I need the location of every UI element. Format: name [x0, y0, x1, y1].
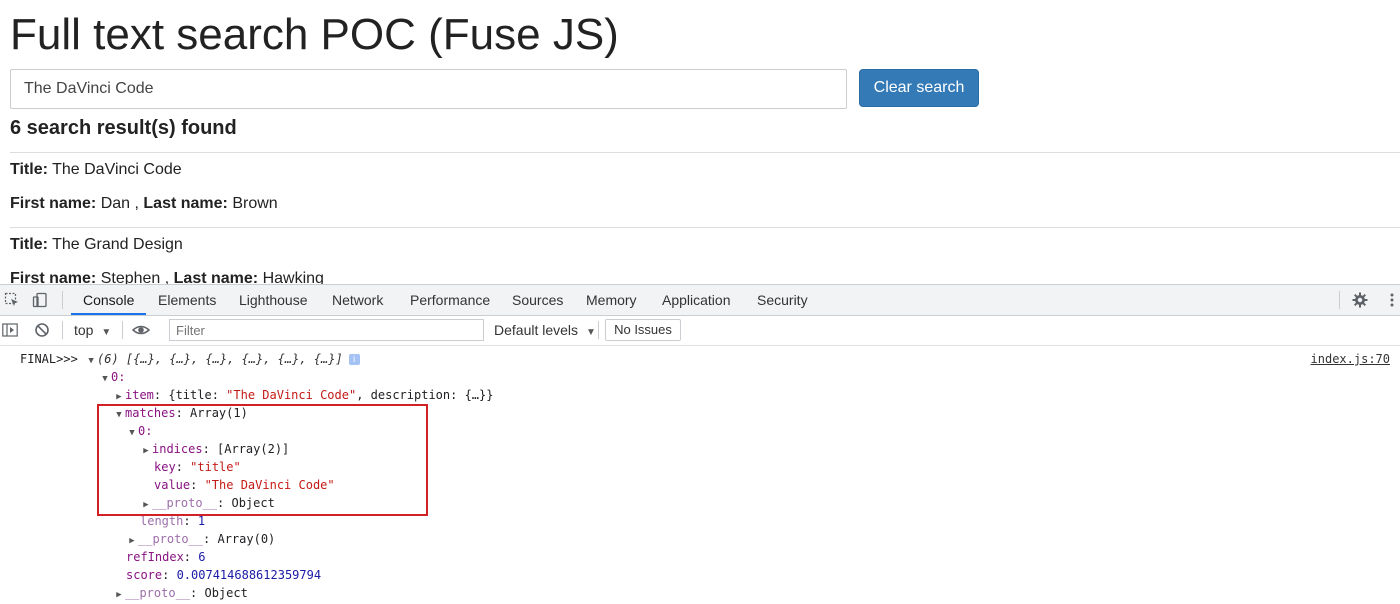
title-label: Title:: [10, 236, 48, 253]
sidebar-toggle-icon[interactable]: [2, 322, 18, 338]
expanded-arrow-icon[interactable]: ▼: [85, 352, 97, 370]
toolbar-divider: [598, 321, 599, 339]
live-expression-eye-icon[interactable]: [131, 322, 151, 338]
tree-node[interactable]: ▶ __proto__: Array(0): [126, 530, 275, 550]
console-log-line: FINAL>>> ▼ (6) [{…}, {…}, {…}, {…}, {…}, …: [20, 350, 360, 370]
settings-gear-icon[interactable]: [1352, 292, 1368, 308]
tree-node[interactable]: ▼ 0:: [99, 368, 125, 388]
tree-value: Object: [204, 586, 248, 600]
result-title-line: Title: The DaVinci Code: [10, 161, 182, 179]
tree-node[interactable]: ▶ item: {title: "The DaVinci Code", descr…: [113, 386, 493, 406]
array-summary[interactable]: (6) [{…}, {…}, {…}, {…}, {…}, {…}]: [97, 352, 343, 366]
annotation-highlight-box: [97, 404, 428, 516]
results-count: 6 search result(s) found: [10, 117, 237, 139]
tree-key: refIndex: [126, 550, 184, 564]
search-input[interactable]: [10, 69, 847, 109]
toolbar-divider: [62, 321, 63, 339]
info-icon: i: [348, 354, 360, 365]
tree-node: score: 0.007414688612359794: [126, 568, 322, 582]
tree-key: __proto__: [138, 532, 204, 546]
tree-key: __proto__: [125, 586, 191, 600]
result-author-line: First name: Dan , Last name: Brown: [10, 195, 278, 212]
result-first-name: Dan: [100, 195, 131, 212]
result-title-line: Title: The Grand Design: [10, 236, 183, 254]
first-name-label: First name:: [10, 195, 97, 212]
tree-node[interactable]: ▶ __proto__: Object: [113, 584, 248, 604]
tab-elements[interactable]: Elements: [158, 285, 216, 315]
log-prefix: FINAL>>>: [20, 352, 78, 366]
result-author-line: First name: Stephen , Last name: Hawking: [10, 270, 324, 284]
tree-key: score: [126, 568, 163, 582]
tab-memory[interactable]: Memory: [586, 285, 637, 315]
tab-sources[interactable]: Sources: [512, 285, 563, 315]
console-filter-input[interactable]: [169, 319, 484, 341]
tree-key: length: [140, 514, 184, 528]
clear-console-icon[interactable]: [34, 322, 50, 338]
context-selector[interactable]: top ▼: [74, 316, 111, 345]
toolbar-divider: [122, 321, 123, 339]
dropdown-arrow-icon: ▼: [585, 327, 596, 338]
source-link[interactable]: index.js:70: [1311, 350, 1390, 368]
tree-value-number: 1: [197, 514, 206, 528]
tree-value-number: 6: [198, 550, 206, 564]
toolbar-divider: [62, 291, 63, 309]
result-last-name: Brown: [232, 195, 278, 212]
tree-value-string: "The DaVinci Code": [226, 388, 357, 402]
inspect-icon[interactable]: [4, 292, 20, 308]
last-name-label: Last name:: [173, 270, 259, 284]
result-title: The DaVinci Code: [52, 161, 182, 178]
last-name-label: Last name:: [143, 195, 228, 212]
tree-key: item: [125, 388, 154, 402]
tab-console[interactable]: Console: [71, 285, 147, 315]
result-first-name: Stephen: [100, 270, 161, 284]
dropdown-arrow-icon: ▼: [101, 327, 112, 338]
tab-network[interactable]: Network: [332, 285, 383, 315]
devtools-tab-bar: Console Elements Lighthouse Network Perf…: [0, 285, 1400, 316]
result-last-name: Hawking: [262, 270, 324, 284]
tab-security[interactable]: Security: [757, 285, 808, 315]
tree-value: {title:: [168, 388, 227, 402]
tree-value-number: 0.007414688612359794: [176, 568, 322, 582]
page-title: Full text search POC (Fuse JS): [10, 10, 619, 59]
result-divider: [10, 227, 1400, 228]
app-page: Full text search POC (Fuse JS) Clear sea…: [0, 0, 1400, 284]
result-divider: [10, 152, 1400, 153]
tab-lighthouse[interactable]: Lighthouse: [239, 285, 308, 315]
clear-search-button[interactable]: Clear search: [859, 69, 979, 107]
first-name-label: First name:: [10, 270, 97, 284]
more-vert-icon[interactable]: [1384, 292, 1400, 308]
tree-value: Array(0): [217, 532, 276, 546]
context-value: top: [74, 322, 94, 338]
tab-application[interactable]: Application: [662, 285, 731, 315]
tree-value: , description: {…}}: [356, 388, 494, 402]
collapsed-arrow-icon: ▶: [116, 590, 122, 600]
tree-key: 0:: [111, 370, 126, 384]
tab-performance[interactable]: Performance: [410, 285, 490, 315]
log-levels-dropdown[interactable]: Default levels ▼: [494, 316, 596, 345]
console-toolbar: top ▼ Default levels ▼ No Issues: [0, 316, 1400, 346]
title-label: Title:: [10, 161, 48, 178]
issues-button[interactable]: No Issues: [605, 319, 681, 341]
toolbar-divider: [1339, 291, 1340, 309]
tree-node: refIndex: 6: [126, 550, 206, 564]
device-toolbar-icon[interactable]: [32, 292, 48, 308]
result-title: The Grand Design: [52, 236, 183, 253]
expanded-arrow-icon: ▼: [102, 374, 108, 384]
log-levels-label: Default levels: [494, 322, 579, 338]
